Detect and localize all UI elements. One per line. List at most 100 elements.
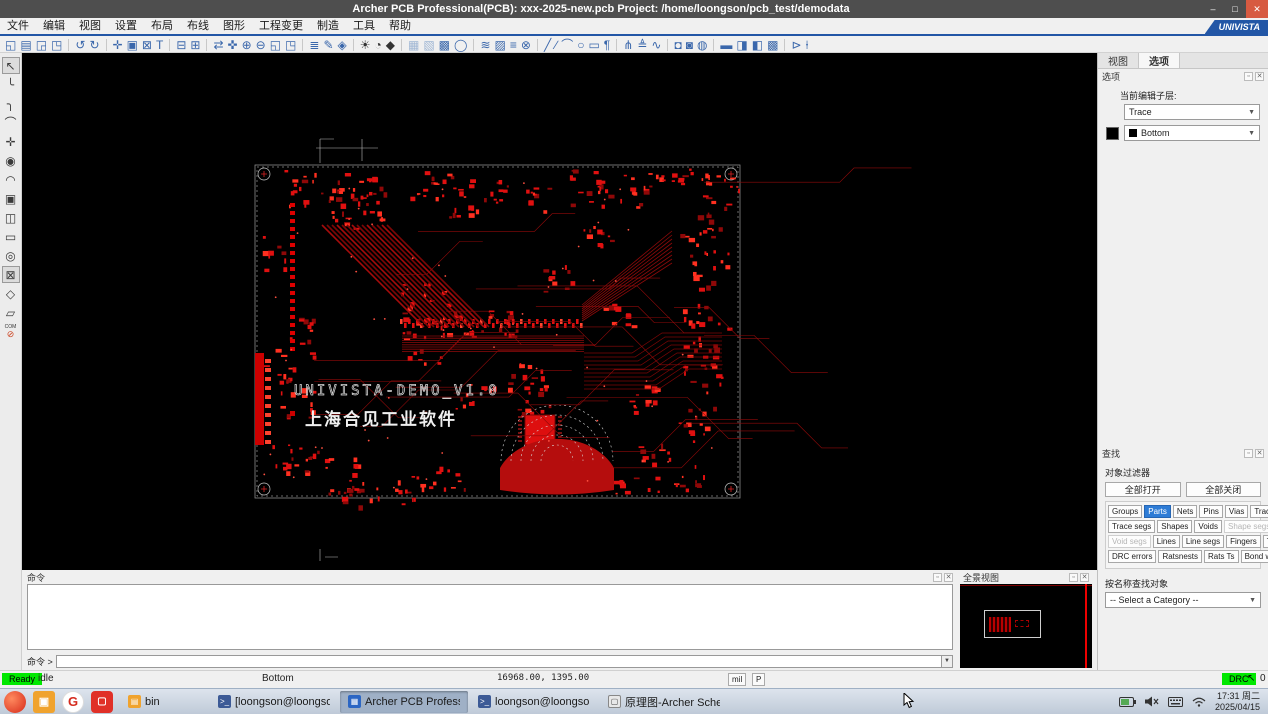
filter-texts[interactable]: Texts [1263,535,1268,548]
toolbar-highlight-icon[interactable]: ╱ [544,38,551,52]
toolbar-new-design-icon[interactable]: ◱ [5,38,16,52]
toolbar-shading-icon[interactable]: ☀ [360,38,371,52]
browser-icon[interactable] [4,691,26,713]
tab-view[interactable]: 视图 [1098,53,1139,68]
filter-vias[interactable]: Vias [1225,505,1248,518]
taskbar-window-0[interactable]: ▤bin [120,691,208,713]
tool-add-polygon-icon[interactable]: ◇ [2,285,20,302]
toolbar-open-design-icon[interactable]: ▤ [20,38,31,52]
toolbar-save-as-icon[interactable]: ◳ [51,38,62,52]
toolbar-shape-pour-icon[interactable]: ◨ [736,38,747,52]
filter-groups[interactable]: Groups [1108,505,1142,518]
tool-add-arc-segment-icon[interactable]: ◠ [2,171,20,188]
toolbar-align-icon[interactable]: ≜ [637,38,647,52]
menu-item-9[interactable]: 工具 [346,18,382,34]
toolbar-undo-icon[interactable]: ↺ [75,38,85,52]
toolbar-shape-rect-icon[interactable]: ▬ [720,38,732,52]
toolbar-bond-wire-icon[interactable]: ⍿ [806,38,809,52]
filter-pins[interactable]: Pins [1199,505,1223,518]
toolbar-layer-stack-icon[interactable]: ≡ [510,38,517,52]
toolbar-export-note-icon[interactable]: ◈ [338,38,347,52]
toolbar-save-design-icon[interactable]: ◲ [36,38,47,52]
toolbar-pad-oval-icon[interactable]: ◙ [686,38,693,52]
command-input[interactable] [56,655,942,668]
toolbar-swap-layers-icon[interactable]: ⇄ [213,38,223,52]
tool-com-port-icon[interactable]: COM⊘ [2,323,20,340]
toolbar-design-settings-icon[interactable]: ⊗ [521,38,531,52]
tool-add-curve-icon[interactable]: ╮ [2,95,20,112]
toolbar-delete-icon[interactable]: ⊠ [142,38,152,52]
keyboard-icon[interactable] [1168,697,1183,707]
toolbar-zoom-fit-icon[interactable]: ◱ [270,38,281,52]
filter-parts[interactable]: Parts [1144,505,1171,518]
filter-trace-segs[interactable]: Trace segs [1108,520,1155,533]
toolbar-fanout-icon[interactable]: ⋔ [623,38,633,52]
toolbar-add-text-icon[interactable]: T [156,38,163,52]
toolbar-move-icon[interactable]: ✛ [113,38,123,52]
float-panel-icon[interactable]: ▫ [1069,573,1078,582]
toolbar-shape-cut-icon[interactable]: ◧ [752,38,763,52]
maximize-button[interactable]: □ [1224,0,1246,18]
minimap[interactable] [960,584,1092,668]
close-button[interactable]: ✕ [1246,0,1268,18]
toolbar-mesh-on-icon[interactable]: ▧ [423,38,434,52]
menu-item-6[interactable]: 图形 [216,18,252,34]
toolbar-history-icon[interactable]: ◔ [375,38,382,52]
loongson-icon[interactable]: G [62,691,84,713]
toolbar-signal-settings-icon[interactable]: ≋ [480,38,490,52]
wifi-icon[interactable] [1192,697,1206,707]
minimap-viewport[interactable] [984,610,1041,638]
toolbar-copy-icon[interactable]: ▣ [127,38,138,52]
toolbar-refresh-icon[interactable]: ◯ [454,38,467,52]
filter-lines[interactable]: Lines [1153,535,1180,548]
close-panel-icon[interactable]: ✕ [1255,72,1264,81]
float-panel-icon[interactable]: ▫ [1244,72,1253,81]
filter-rats-ts[interactable]: Rats Ts [1204,550,1239,563]
toolbar-grid-icon[interactable]: ▩ [439,38,450,52]
toolbar-add-circle-icon[interactable]: ○ [577,38,584,52]
filter-line-segs[interactable]: Line segs [1182,535,1224,548]
float-panel-icon[interactable]: ▫ [933,573,942,582]
menu-item-2[interactable]: 视图 [72,18,108,34]
tool-add-pad-icon[interactable]: ◫ [2,209,20,226]
tool-select-tool-icon[interactable]: ↖ [2,57,20,74]
menu-item-7[interactable]: 工程变更 [252,18,310,34]
toolbar-add-label-icon[interactable]: ¶ [604,38,610,52]
tab-options[interactable]: 选项 [1139,53,1180,68]
toolbar-add-arc-icon[interactable]: ⌒ [561,38,573,52]
menu-item-4[interactable]: 布局 [144,18,180,34]
close-all-button[interactable]: 全部关闭 [1186,482,1262,497]
toolbar-mesh-off-icon[interactable]: ▦ [408,38,419,52]
tool-add-origin-icon[interactable]: ✛ [2,133,20,150]
tool-add-circle-pad-icon[interactable]: ◎ [2,247,20,264]
tool-add-component-icon[interactable]: ▣ [2,190,20,207]
menu-item-1[interactable]: 编辑 [36,18,72,34]
menu-item-0[interactable]: 文件 [0,18,36,34]
filter-ratsnests[interactable]: Ratsnests [1158,550,1202,563]
taskbar-window-4[interactable]: ▢原理图-Archer Schemat··· [600,691,728,713]
close-panel-icon[interactable]: ✕ [944,573,953,582]
menu-item-10[interactable]: 帮助 [382,18,418,34]
taskbar-window-3[interactable]: >_loongson@loongson-··· [470,691,598,713]
filter-nets[interactable]: Nets [1173,505,1197,518]
filter-traces[interactable]: Traces [1250,505,1268,518]
units-button[interactable]: mil [728,673,746,686]
toolbar-shape-merge-icon[interactable]: ▩ [767,38,778,52]
toolbar-add-line-icon[interactable]: ∕ [555,38,557,52]
app-store-icon[interactable]: ▢ [91,691,113,713]
tool-add-via-icon[interactable]: ◉ [2,152,20,169]
tool-delete-cross-icon[interactable]: ⊠ [2,266,20,283]
toolbar-redo-icon[interactable]: ↻ [89,38,99,52]
toolbar-color-map-icon[interactable]: ▨ [495,38,506,52]
float-panel-icon[interactable]: ▫ [1244,449,1253,458]
toolbar-edit-icon[interactable]: ✎ [323,38,333,52]
minimize-button[interactable]: – [1202,0,1224,18]
toolbar-pad-round-icon[interactable]: ◘ [674,38,681,52]
clock[interactable]: 17:31 周二 2025/04/15 [1215,691,1260,713]
open-all-button[interactable]: 全部打开 [1105,482,1181,497]
tool-add-arc-icon[interactable]: ⌒ [2,114,20,131]
filter-drc-errors[interactable]: DRC errors [1108,550,1156,563]
volume-muted-icon[interactable] [1145,696,1159,707]
tool-add-trace-icon[interactable]: ╰ [2,76,20,93]
filter-fingers[interactable]: Fingers [1226,535,1261,548]
